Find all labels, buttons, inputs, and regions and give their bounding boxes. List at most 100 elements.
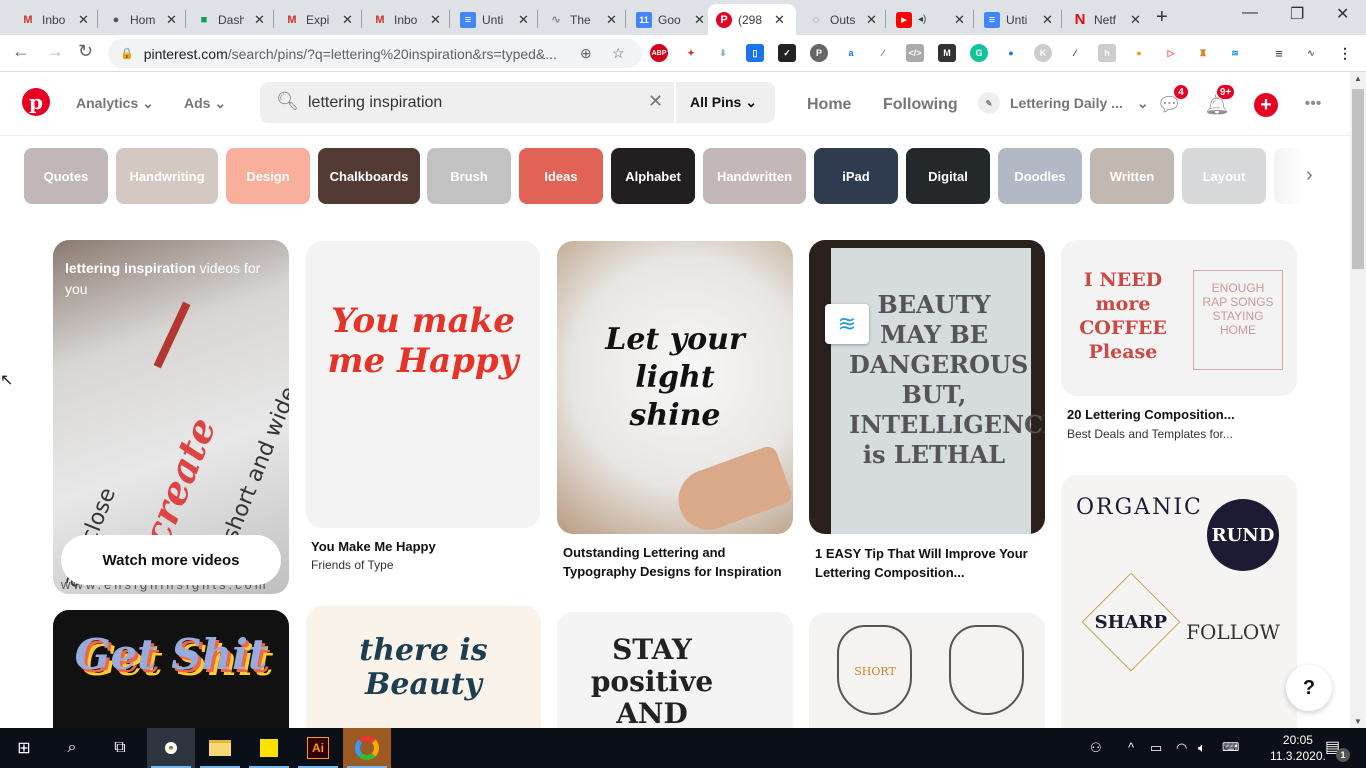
guide-ipad[interactable]: iPad — [814, 148, 898, 204]
close-tab-icon[interactable]: ✕ — [1130, 12, 1141, 28]
guide-brush[interactable]: Brush — [427, 148, 511, 204]
color-picker-icon[interactable]: ⁄ — [1066, 44, 1084, 62]
nav-following[interactable]: Following — [883, 96, 958, 114]
sync-icon[interactable]: ● — [1130, 44, 1148, 62]
chrome-icon[interactable] — [147, 728, 195, 768]
audio-icon[interactable]: ◂) — [918, 14, 944, 25]
tab-youtube[interactable]: ▶ ◂) ✕ — [888, 4, 973, 35]
extension-icon[interactable]: ✦ — [682, 44, 700, 62]
close-tab-icon[interactable]: ✕ — [342, 12, 353, 28]
adblock-icon[interactable]: ABP — [650, 44, 668, 62]
volume-icon[interactable]: 🔈︎ — [1198, 740, 1206, 756]
task-view-icon[interactable]: ⧉ — [96, 728, 144, 768]
pin-image[interactable]: Get Shit — [53, 610, 289, 728]
wifi-icon[interactable]: ◠ — [1176, 740, 1187, 756]
more-options-icon[interactable]: ••• — [1301, 92, 1325, 116]
close-tab-icon[interactable]: ✕ — [1042, 12, 1053, 28]
guide-ideas[interactable]: Ideas — [519, 148, 603, 204]
guide-chalkboards[interactable]: Chalkboards — [318, 148, 420, 204]
pin-title[interactable]: 1 EASY Tip That Will Improve Your Letter… — [815, 544, 1040, 582]
tab-inbox-2[interactable]: M Inbo ✕ — [364, 4, 449, 35]
pin-title[interactable]: 20 Lettering Composition... — [1067, 405, 1235, 424]
pin-source[interactable]: Friends of Type — [311, 558, 394, 572]
wave-icon[interactable]: ≋ — [825, 304, 869, 344]
guide-digital[interactable]: Digital — [906, 148, 990, 204]
pin-image[interactable]: there is Beauty — [306, 606, 541, 728]
file-explorer-icon[interactable] — [196, 728, 244, 768]
reload-button[interactable]: ↻ — [78, 41, 93, 62]
guide-written[interactable]: Written — [1090, 148, 1174, 204]
close-tab-icon[interactable]: ✕ — [954, 12, 965, 28]
cookie-icon[interactable]: ● — [1002, 44, 1020, 62]
close-tab-icon[interactable]: ✕ — [866, 12, 877, 28]
tab-untitled-2[interactable]: ≡ Unti ✕ — [976, 4, 1061, 35]
close-window-button[interactable]: ✕ — [1336, 4, 1349, 24]
nav-home[interactable]: Home — [807, 96, 851, 114]
address-bar[interactable]: 🔒 pinterest.com/search/pins/?q=lettering… — [108, 39, 642, 68]
tab-pinterest[interactable]: P (298 ✕ — [708, 4, 796, 35]
media-icon[interactable]: ≡ — [1270, 44, 1288, 62]
close-tab-icon[interactable]: ✕ — [518, 12, 529, 28]
k-extension-icon[interactable]: K — [1034, 44, 1052, 62]
system-clock[interactable]: 20:05 11.3.2020. — [1270, 732, 1326, 764]
people-icon[interactable]: ⚇ — [1090, 740, 1102, 756]
pin-image[interactable]: BEAUTY MAY BE DANGEROUS BUT, INTELLIGENC… — [809, 240, 1045, 534]
close-tab-icon[interactable]: ✕ — [254, 12, 265, 28]
pin-image[interactable]: SHORT — [809, 613, 1045, 728]
pinterest-logo[interactable]: p — [22, 88, 50, 116]
extension-icon[interactable]: ♜ — [1194, 44, 1212, 62]
browser-app-icon[interactable] — [343, 728, 391, 768]
bookmark-star-icon[interactable]: ☆ — [612, 45, 625, 62]
m-extension-icon[interactable]: M — [938, 44, 956, 62]
guide-design[interactable]: Design — [226, 148, 310, 204]
search-input[interactable]: lettering inspiration — [308, 94, 442, 112]
close-tab-icon[interactable]: ✕ — [774, 12, 785, 28]
pin-image[interactable]: You make me Happy — [306, 241, 540, 528]
tab-the[interactable]: ∿ The ✕ — [540, 4, 625, 35]
tab-inbox-1[interactable]: M Inbo ✕ — [12, 4, 97, 35]
play-icon[interactable]: ▷ — [1162, 44, 1180, 62]
pinterest-ext-icon[interactable]: P — [810, 44, 828, 62]
tab-expi[interactable]: M Expi ✕ — [276, 4, 361, 35]
scroll-up-icon[interactable]: ▲ — [1354, 74, 1362, 83]
new-tab-button[interactable]: + — [1156, 6, 1168, 29]
pin-image[interactable]: Let your light shine — [557, 241, 793, 534]
eyedropper-icon[interactable]: ⁄ — [874, 44, 892, 62]
install-icon[interactable]: ⊕ — [580, 45, 592, 62]
minimize-button[interactable]: — — [1242, 4, 1258, 22]
tab-calendar[interactable]: 11 Goo ✕ — [628, 4, 713, 35]
chevron-right-icon[interactable]: › — [1306, 164, 1313, 187]
download-icon[interactable]: ⬇ — [714, 44, 732, 62]
pin-image[interactable]: STAY positive AND GOOD — [557, 612, 793, 728]
guide-handwriting[interactable]: Handwriting — [116, 148, 218, 204]
account-switcher[interactable]: ✎ Lettering Daily ... ⌄ — [978, 92, 1149, 114]
guide-alphabet[interactable]: Alphabet — [611, 148, 695, 204]
profile-icon[interactable]: ∿ — [1302, 44, 1320, 62]
analytics-menu[interactable]: Analytics ⌄ — [76, 95, 154, 112]
search-icon[interactable]: ⌕ — [48, 728, 96, 768]
pin-image[interactable]: ORGANIC RUND SHARP FOLLOW — [1061, 475, 1297, 728]
guide-layout[interactable]: Layout — [1182, 148, 1266, 204]
code-icon[interactable]: </> — [906, 44, 924, 62]
tab-home[interactable]: ● Hom ✕ — [100, 4, 185, 35]
guide-handwritten[interactable]: Handwritten — [703, 148, 806, 204]
pin-title[interactable]: Outstanding Lettering and Typography Des… — [563, 543, 788, 581]
pin-image[interactable]: I NEED more COFFEE Please ENOUGH RAP SONG… — [1061, 240, 1297, 396]
search-scope-dropdown[interactable]: All Pins ⌄ — [690, 94, 757, 111]
checkmark-icon[interactable]: ✓ — [778, 44, 796, 62]
back-button[interactable]: ← — [12, 41, 30, 62]
close-tab-icon[interactable]: ✕ — [78, 12, 89, 28]
tab-dash[interactable]: ■ Dash ✕ — [188, 4, 273, 35]
tab-netflix[interactable]: N Netf ✕ — [1064, 4, 1149, 35]
illustrator-icon[interactable]: Ai — [294, 728, 342, 768]
sticky-notes-icon[interactable] — [245, 728, 293, 768]
restore-button[interactable]: ❐ — [1290, 4, 1304, 24]
windows-start-icon[interactable]: ⊞ — [0, 728, 48, 768]
forward-button[interactable]: → — [46, 41, 64, 62]
pin-source[interactable]: Best Deals and Templates for... — [1067, 427, 1233, 441]
extension-icon[interactable]: a — [842, 44, 860, 62]
battery-icon[interactable]: ▭ — [1150, 740, 1162, 756]
scrollbar-thumb[interactable] — [1352, 89, 1364, 269]
scroll-down-icon[interactable]: ▼ — [1354, 717, 1362, 726]
close-tab-icon[interactable]: ✕ — [166, 12, 177, 28]
